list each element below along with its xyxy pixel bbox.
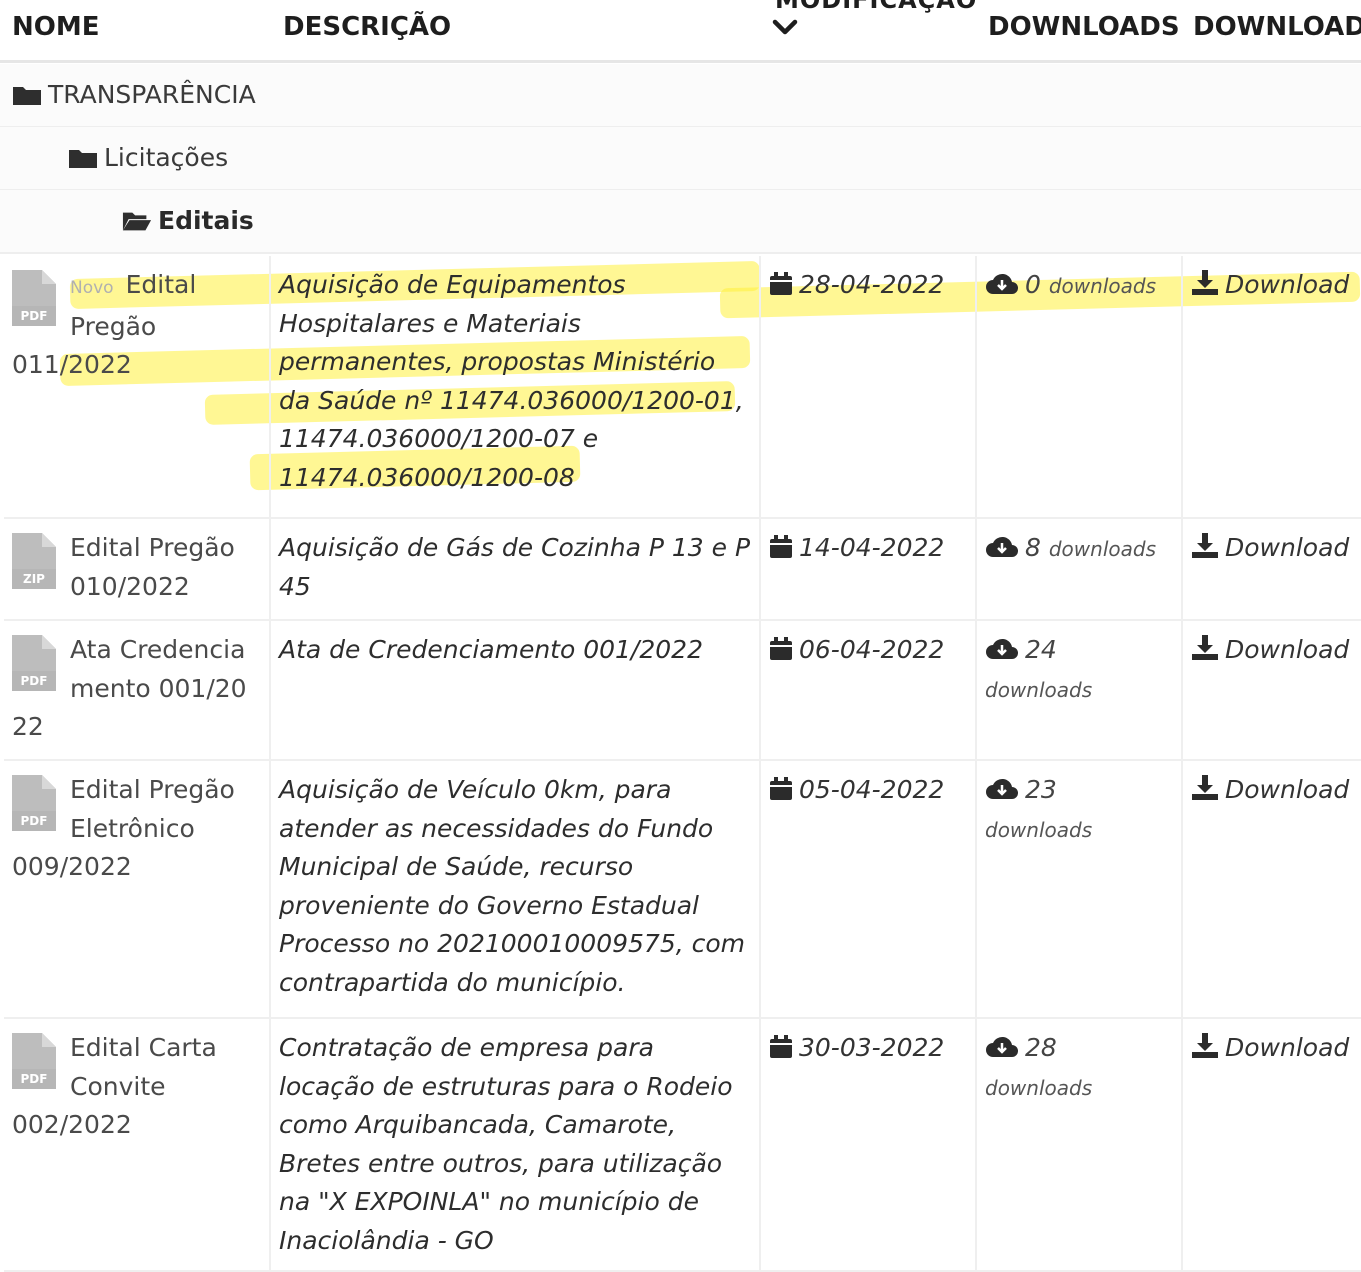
folder-label-editais[interactable]: Editais [158,206,254,235]
download-label[interactable]: Download [1225,1033,1349,1062]
file-date-cell: 28-04-2022 [760,256,977,519]
download-button[interactable]: Download [1182,620,1361,761]
download-label[interactable]: Download [1225,533,1349,562]
file-name-cell: PDF Ata Credenciamento 001/2022 [4,620,271,761]
file-date-cell: 05-04-2022 [760,760,977,1019]
downloads-word: downloads [985,1075,1093,1100]
new-badge: Novo [70,278,114,298]
table-row: PDF Ata Credenciamento 001/2022 Ata de C… [4,620,1361,761]
pdf-file-icon: PDF [12,270,62,330]
downloads-count: 28 [1025,1033,1057,1062]
file-date-cell: 06-04-2022 [760,620,977,761]
download-button[interactable]: Download [1182,1018,1361,1272]
folder-row-licitacoes[interactable]: Licitações [0,127,1361,191]
table-row: ZIP Edital Pregão 010/2022 Aquisição de … [4,518,1361,621]
folder-label-transparencia[interactable]: TRANSPARÊNCIA [48,80,256,109]
cloud-download-icon [986,778,1018,799]
table-row: PDF Edital Pregão Eletrônico 009/2022 Aq… [4,760,1361,1019]
folder-label-licitacoes[interactable]: Licitações [104,143,228,172]
downloads-word: downloads [1048,274,1156,298]
calendar-icon [770,272,792,295]
downloads-word: downloads [985,817,1093,842]
downloads-cell: 8 downloads [976,518,1183,621]
folder-row-transparencia[interactable]: TRANSPARÊNCIA [0,64,1361,128]
files-table: PDF Novo Edital Pregão 011/2022 Aquisição… [4,256,1361,1272]
file-date: 14-04-2022 [799,533,945,562]
col-header-nome[interactable]: NOME [12,12,100,42]
downloads-count: 24 [1025,635,1057,664]
file-description: Ata de Credenciamento 001/2022 [270,620,761,761]
downloads-word: downloads [1048,537,1156,561]
downloads-cell: 0 downloads [976,256,1183,519]
col-header-descricao[interactable]: DESCRIÇÃO [283,12,451,42]
file-description: Aquisição de Gás de Cozinha P 13 e P 45 [270,518,761,621]
download-icon [1192,635,1218,660]
table-row: PDF Edital Carta Convite 002/2022 Contra… [4,1018,1361,1272]
file-name-cell: PDF Edital Carta Convite 002/2022 [4,1018,271,1272]
file-description: Aquisição de Equipamentos Hospitalares e… [270,256,761,519]
downloads-word: downloads [985,677,1093,702]
file-date: 06-04-2022 [799,635,945,664]
file-date: 28-04-2022 [799,270,945,299]
downloads-count: 8 [1025,533,1041,562]
download-label[interactable]: Download [1225,270,1349,299]
file-name-link[interactable]: Edital Pregão 010/2022 [70,533,235,601]
folder-row-editais[interactable]: Editais [0,190,1361,254]
cloud-download-icon [986,1036,1018,1057]
table-header: NOME DESCRIÇÃO DOWNLOADS DOWNLOAD [0,0,1361,63]
download-button[interactable]: Download [1182,518,1361,621]
pdf-file-icon: PDF [12,775,62,835]
file-date: 30-03-2022 [799,1033,945,1062]
folder-icon [69,149,97,168]
pdf-file-icon: PDF [12,635,62,695]
pdf-file-icon: PDF [12,1033,62,1093]
file-date: 05-04-2022 [799,775,945,804]
cloud-download-icon [986,273,1018,294]
cloud-download-icon [986,536,1018,557]
file-date-cell: 30-03-2022 [760,1018,977,1272]
chevron-down-icon[interactable] [772,16,798,38]
calendar-icon [770,535,792,558]
downloads-cell: 23 downloads [976,760,1183,1019]
file-date-cell: 14-04-2022 [760,518,977,621]
col-header-downloads[interactable]: DOWNLOADS [988,12,1180,42]
download-icon [1192,775,1218,800]
download-button[interactable]: Download [1182,760,1361,1019]
calendar-icon [770,1035,792,1058]
table-row: PDF Novo Edital Pregão 011/2022 Aquisição… [4,256,1361,519]
download-label[interactable]: Download [1225,775,1349,804]
downloads-count: 23 [1025,775,1057,804]
download-button[interactable]: Download [1182,256,1361,519]
col-header-download[interactable]: DOWNLOAD [1193,12,1361,42]
calendar-icon [770,637,792,660]
downloads-count: 0 [1025,270,1041,299]
file-description: Contratação de empresa para locação de e… [270,1018,761,1272]
zip-file-icon: ZIP [12,533,62,593]
calendar-icon [770,777,792,800]
file-name-cell: ZIP Edital Pregão 010/2022 [4,518,271,621]
download-label[interactable]: Download [1225,635,1349,664]
file-name-cell: PDF Edital Pregão Eletrônico 009/2022 [4,760,271,1019]
file-name-cell: PDF Novo Edital Pregão 011/2022 [4,256,271,519]
file-description: Aquisição de Veículo 0km, para atender a… [270,760,761,1019]
downloads-cell: 24 downloads [976,620,1183,761]
download-icon [1192,1033,1218,1058]
download-icon [1192,270,1218,295]
folder-icon [13,86,41,105]
cloud-download-icon [986,638,1018,659]
downloads-cell: 28 downloads [976,1018,1183,1272]
download-icon [1192,533,1218,558]
folder-open-icon [122,212,152,230]
